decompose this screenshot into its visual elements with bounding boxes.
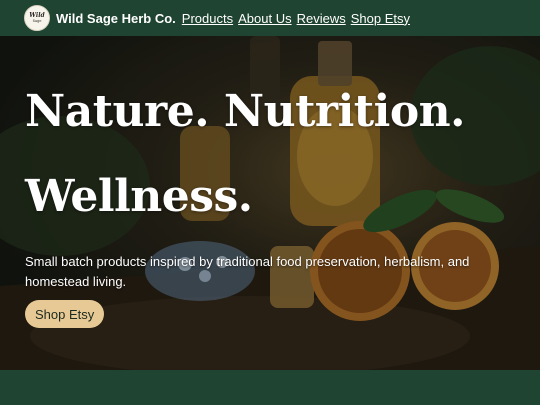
hero-section: Nature. Nutrition. Wellness. Small batch… xyxy=(0,36,540,370)
hero-tagline: Small batch products inspired by traditi… xyxy=(25,254,470,289)
nav-link-reviews[interactable]: Reviews xyxy=(297,11,346,26)
logo[interactable]: Wild Sage xyxy=(24,5,50,31)
shop-etsy-button[interactable]: Shop Etsy xyxy=(25,300,105,328)
hero-headline-line-2: Wellness. xyxy=(25,171,253,222)
nav-link-products[interactable]: Products xyxy=(182,11,233,26)
nav-link-shop-etsy[interactable]: Shop Etsy xyxy=(351,11,410,26)
top-nav-bar: Wild Sage Wild Sage Herb Co. Products Ab… xyxy=(0,0,540,36)
next-section xyxy=(0,370,540,405)
hero-headline-line-1: Nature. Nutrition. xyxy=(25,86,465,137)
logo-subtext: Sage xyxy=(32,19,42,23)
main-nav: Products About Us Reviews Shop Etsy xyxy=(182,11,415,26)
nav-link-about-us[interactable]: About Us xyxy=(238,11,291,26)
brand-name[interactable]: Wild Sage Herb Co. xyxy=(56,11,176,26)
